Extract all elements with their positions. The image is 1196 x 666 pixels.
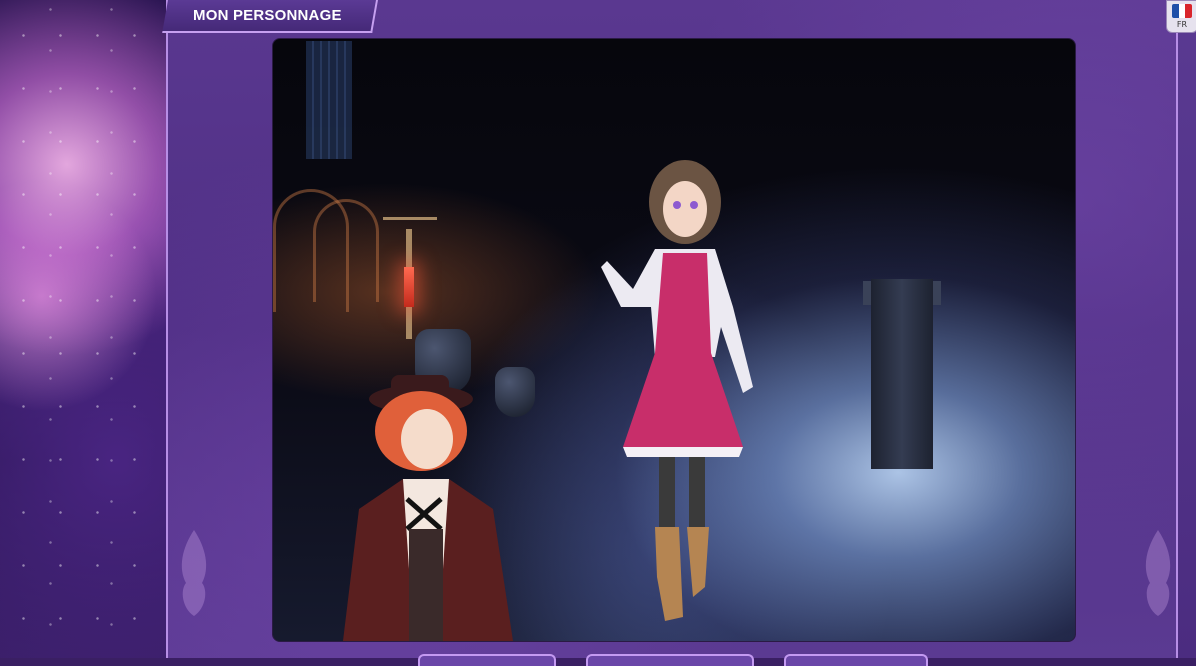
panel-border-left (166, 0, 168, 658)
stained-window (306, 41, 352, 159)
bottom-button-2[interactable] (586, 654, 754, 666)
ornament-right-icon (1145, 530, 1171, 616)
language-selector[interactable]: FR (1166, 0, 1196, 33)
bottom-button-1[interactable] (418, 654, 556, 666)
decorative-background-left (0, 0, 167, 658)
player-character (601, 160, 753, 621)
decorative-background-right (1178, 0, 1196, 658)
candle-icon (404, 267, 414, 307)
language-code: FR (1176, 20, 1188, 29)
character-scene (272, 38, 1076, 642)
ornament-left-icon (181, 530, 207, 616)
stone-pillar (871, 279, 933, 469)
france-flag-icon (1172, 4, 1192, 18)
page-title: MON PERSONNAGE (193, 7, 342, 24)
bottom-button-3[interactable] (784, 654, 928, 666)
companion-character (343, 375, 513, 641)
arch-left-2 (313, 199, 379, 302)
